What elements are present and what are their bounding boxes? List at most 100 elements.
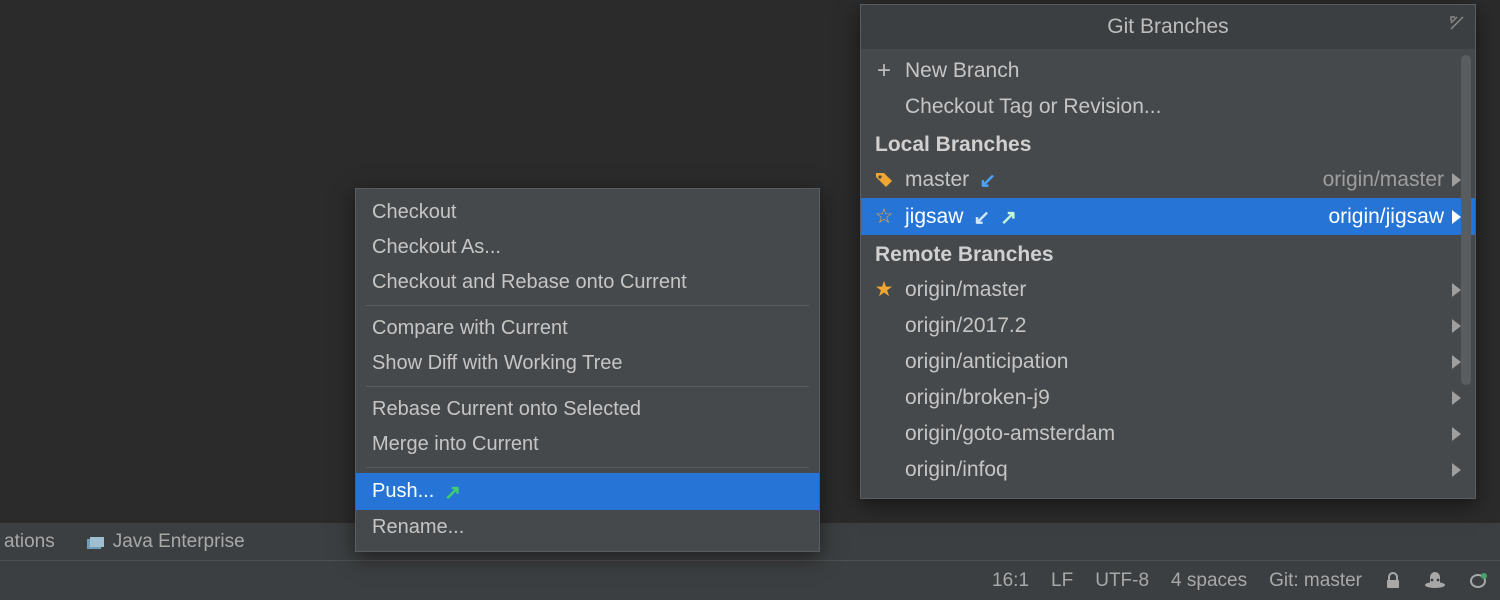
branch-row-right <box>1452 319 1461 333</box>
resize-handle-icon[interactable] <box>1449 15 1465 36</box>
branch-row-right <box>1452 463 1461 477</box>
submenu-arrow-icon <box>1452 355 1461 369</box>
remote-branch-row[interactable]: origin/anticipation <box>861 344 1475 380</box>
context-menu-item[interactable]: Show Diff with Working Tree <box>356 346 819 381</box>
star-outline-icon: ☆ <box>873 204 895 229</box>
tracking-branch-label: origin/master <box>1323 168 1444 192</box>
context-menu-item-label: Rebase Current onto Selected <box>372 398 641 421</box>
outgoing-arrow-icon: ↗ <box>444 480 461 505</box>
context-menu-item[interactable]: Rename... <box>356 510 819 545</box>
context-menu-item-label: Push... <box>372 480 434 503</box>
context-menu-item-label: Merge into Current <box>372 433 539 456</box>
lock-icon[interactable] <box>1384 572 1402 590</box>
context-menu-item[interactable]: Merge into Current <box>356 427 819 462</box>
branch-row-right <box>1452 283 1461 297</box>
action-label: New Branch <box>905 59 1019 83</box>
branch-name: origin/infoq <box>905 458 1008 482</box>
status-bar: 16:1 LF UTF-8 4 spaces Git: master <box>0 560 1500 600</box>
branch-row-left: origin/broken-j9 <box>873 386 1442 410</box>
local-branch-row[interactable]: ☆ jigsaw ↙ ↗ origin/jigsaw <box>861 198 1475 235</box>
branch-actions-context-menu: Checkout Checkout As... Checkout and Rebas… <box>355 188 820 552</box>
popup-title-bar: Git Branches <box>861 5 1475 49</box>
branch-name: origin/anticipation <box>905 350 1068 374</box>
context-menu-item[interactable]: Checkout <box>356 195 819 230</box>
tracking-branch-label: origin/jigsaw <box>1328 205 1444 229</box>
submenu-arrow-icon <box>1452 319 1461 333</box>
branch-name: origin/master <box>905 278 1026 302</box>
submenu-arrow-icon <box>1452 173 1461 187</box>
context-menu-item[interactable]: Rebase Current onto Selected <box>356 392 819 427</box>
java-enterprise-icon <box>87 535 105 549</box>
status-line-separator[interactable]: LF <box>1051 570 1073 592</box>
branch-row-right: origin/master <box>1323 168 1461 192</box>
context-menu-item-label: Show Diff with Working Tree <box>372 352 622 375</box>
new-branch-action[interactable]: + New Branch <box>861 53 1475 89</box>
branch-name: origin/2017.2 <box>905 314 1026 338</box>
branch-row-right <box>1452 355 1461 369</box>
popup-title: Git Branches <box>1107 15 1228 38</box>
tool-window-tab-java-enterprise[interactable]: Java Enterprise <box>83 531 249 553</box>
tool-window-label: Java Enterprise <box>113 531 245 553</box>
tool-window-tab[interactable]: ations <box>0 531 59 553</box>
checkout-tag-action[interactable]: Checkout Tag or Revision... <box>861 89 1475 125</box>
submenu-arrow-icon <box>1452 283 1461 297</box>
context-menu-item-label: Checkout As... <box>372 236 501 259</box>
context-menu-item-label: Checkout and Rebase onto Current <box>372 271 687 294</box>
submenu-arrow-icon <box>1452 391 1461 405</box>
remote-branch-row[interactable]: origin/goto-amsterdam <box>861 416 1475 452</box>
status-git-branch[interactable]: Git: master <box>1269 570 1362 592</box>
branch-row-right <box>1452 391 1461 405</box>
branch-row-left: origin/infoq <box>873 458 1442 482</box>
inspector-icon[interactable] <box>1424 572 1446 590</box>
menu-separator <box>366 305 809 306</box>
branch-row-right <box>1452 427 1461 441</box>
incoming-arrow-icon: ↙ <box>979 168 996 193</box>
status-indent[interactable]: 4 spaces <box>1171 570 1247 592</box>
status-encoding[interactable]: UTF-8 <box>1095 570 1149 592</box>
popup-body: + New Branch Checkout Tag or Revision... Lo… <box>861 49 1475 498</box>
branch-row-left: + New Branch <box>873 59 1451 83</box>
remote-branch-row[interactable]: origin/broken-j9 <box>861 380 1475 416</box>
context-menu-item-label: Checkout <box>372 201 457 224</box>
outgoing-arrow-icon: ↗ <box>1000 205 1017 230</box>
submenu-arrow-icon <box>1452 427 1461 441</box>
scrollbar[interactable] <box>1461 55 1471 385</box>
remote-branch-row[interactable]: origin/infoq <box>861 452 1475 488</box>
context-menu-item-label: Rename... <box>372 516 464 539</box>
context-menu-item[interactable]: Push... ↗ <box>356 473 819 510</box>
menu-separator <box>366 467 809 468</box>
branch-row-left: master ↙ <box>873 167 1313 192</box>
incoming-arrow-icon: ↙ <box>973 205 990 230</box>
branch-name: master <box>905 168 969 192</box>
context-menu-item[interactable]: Checkout and Rebase onto Current <box>356 265 819 300</box>
branch-name: origin/broken-j9 <box>905 386 1050 410</box>
plus-icon: + <box>873 59 895 83</box>
branch-name: origin/goto-amsterdam <box>905 422 1115 446</box>
branch-row-left: Checkout Tag or Revision... <box>873 95 1451 119</box>
branch-row-right: origin/jigsaw <box>1328 205 1461 229</box>
local-branches-header: Local Branches <box>861 125 1475 161</box>
context-menu-item[interactable]: Compare with Current <box>356 311 819 346</box>
branch-row-left: origin/goto-amsterdam <box>873 422 1442 446</box>
action-label: Checkout Tag or Revision... <box>905 95 1161 119</box>
remote-branch-row[interactable]: origin/2017.2 <box>861 308 1475 344</box>
branch-row-left: origin/anticipation <box>873 350 1442 374</box>
status-line-column[interactable]: 16:1 <box>992 570 1029 592</box>
tag-icon <box>873 171 895 189</box>
submenu-arrow-icon <box>1452 463 1461 477</box>
sync-icon[interactable] <box>1468 572 1488 590</box>
tool-window-label: ations <box>4 531 55 553</box>
context-menu-item-label: Compare with Current <box>372 317 568 340</box>
branch-row-left: ☆ jigsaw ↙ ↗ <box>873 204 1318 229</box>
context-menu-item[interactable]: Checkout As... <box>356 230 819 265</box>
remote-branch-row[interactable]: ★ origin/master <box>861 271 1475 308</box>
branch-row-left: ★ origin/master <box>873 277 1442 302</box>
star-filled-icon: ★ <box>873 277 895 302</box>
remote-branches-header: Remote Branches <box>861 235 1475 271</box>
git-branches-popup: Git Branches + New Branch Checkout Tag or … <box>860 4 1476 499</box>
branch-name: jigsaw <box>905 205 963 229</box>
branch-row-left: origin/2017.2 <box>873 314 1442 338</box>
menu-separator <box>366 386 809 387</box>
local-branch-row[interactable]: master ↙ origin/master <box>861 161 1475 198</box>
submenu-arrow-icon <box>1452 210 1461 224</box>
